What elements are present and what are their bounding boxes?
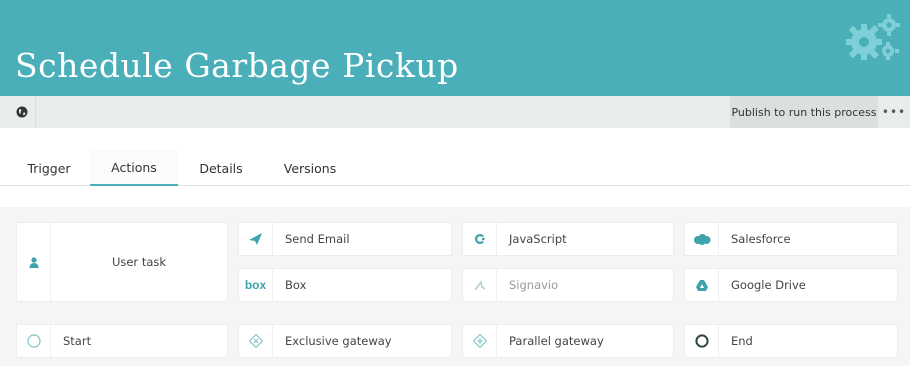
process-toolbar: Publish to run this process ••• (0, 96, 910, 128)
palette-item-label: Salesforce (731, 232, 791, 246)
parallel-gateway-icon (463, 325, 497, 357)
more-options-button[interactable]: ••• (878, 96, 910, 128)
javascript-icon (463, 223, 497, 255)
box-logo-icon: box (239, 269, 273, 301)
signavio-icon (463, 269, 497, 301)
palette-item-label: Send Email (285, 232, 350, 246)
palette-item-salesforce[interactable]: Salesforce (684, 222, 898, 256)
salesforce-cloud-icon (685, 223, 719, 255)
palette-item-label: Box (285, 278, 307, 292)
exclusive-gateway-icon (239, 325, 273, 357)
palette-item-javascript[interactable]: JavaScript (462, 222, 674, 256)
palette-item-google-drive[interactable]: Google Drive (684, 268, 898, 302)
palette-item-label: Google Drive (731, 278, 806, 292)
palette-item-box[interactable]: box Box (238, 268, 452, 302)
tab-trigger[interactable]: Trigger (18, 150, 80, 186)
gears-icon (846, 14, 900, 60)
palette-item-start[interactable]: Start (16, 324, 228, 358)
person-icon (17, 223, 51, 301)
palette-item-signavio[interactable]: Signavio (462, 268, 674, 302)
palette-item-end[interactable]: End (684, 324, 898, 358)
app-header: Schedule Garbage Pickup (0, 0, 910, 96)
globe-icon (16, 106, 27, 118)
palette-item-parallel-gateway[interactable]: Parallel gateway (462, 324, 674, 358)
google-drive-icon (685, 269, 719, 301)
globe-button[interactable] (8, 96, 36, 128)
palette-item-label: User task (111, 255, 167, 269)
palette-item-exclusive-gateway[interactable]: Exclusive gateway (238, 324, 452, 358)
page-title: Schedule Garbage Pickup (15, 46, 459, 85)
publish-button[interactable]: Publish to run this process (730, 96, 878, 128)
palette-item-label: Exclusive gateway (285, 334, 392, 348)
palette-item-label: Signavio (509, 278, 559, 292)
palette-item-label: Parallel gateway (509, 334, 604, 348)
palette-item-label: End (731, 334, 753, 348)
start-event-icon (17, 325, 51, 357)
palette-item-user-task[interactable]: User task (16, 222, 228, 302)
palette-item-send-email[interactable]: Send Email (238, 222, 452, 256)
end-event-icon (685, 325, 719, 357)
tab-actions[interactable]: Actions (90, 150, 178, 186)
paper-plane-icon (239, 223, 273, 255)
palette-item-label: JavaScript (509, 232, 567, 246)
box-logo-text: box (244, 278, 267, 292)
palette-item-label: Start (63, 334, 92, 348)
tab-details[interactable]: Details (188, 150, 254, 186)
tab-bar: Trigger Actions Details Versions (0, 150, 910, 186)
tab-versions[interactable]: Versions (272, 150, 348, 186)
